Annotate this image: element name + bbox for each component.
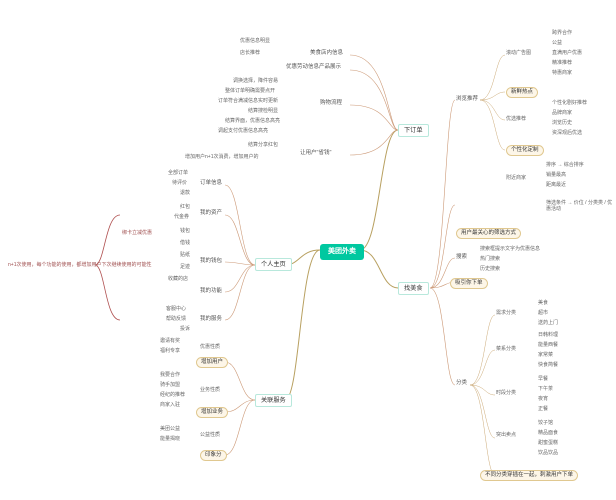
leaf-sub: 业务性质 — [200, 387, 220, 393]
leaf: 销量最高 — [546, 172, 566, 178]
root-node[interactable]: 美团外卖 — [320, 244, 364, 260]
node-browse-rec: 浏览推荐 — [456, 96, 478, 103]
leaf: 排序 → 综合排序 — [546, 162, 584, 168]
leaf: 美食 — [538, 300, 548, 306]
leaf: 我要合作 — [160, 372, 180, 378]
leaf: 精准推荐 — [552, 60, 572, 66]
leaf-personalize: 个性化定制 — [506, 145, 544, 156]
leaf: 超市 — [538, 310, 548, 316]
leaf: 距离最近 — [546, 182, 566, 188]
leaf: 调换选择，降件容易 — [233, 78, 278, 84]
leaf: 优惠信息明显 — [240, 38, 270, 44]
leaf: 足迹 — [180, 264, 190, 270]
leaf-mix-category: 不同分类穿插在一起，刺激用户下单 — [480, 470, 578, 481]
node-shopping-flow: 购物流程 — [320, 100, 342, 107]
leaf-need: 需求分类 — [496, 310, 516, 316]
leaf-time: 时段分类 — [496, 390, 516, 396]
leaf: 结算界面，优惠信息高亮 — [225, 118, 280, 124]
leaf: 全部订单 — [168, 170, 188, 176]
leaf: 美团公益 — [160, 426, 180, 432]
leaf: 跨界合作 — [552, 30, 572, 36]
leaf: 公益 — [552, 40, 562, 46]
leaf: 店长推荐 — [240, 50, 260, 56]
leaf: 个性化剧好推荐 — [552, 100, 587, 106]
leaf: 夜宵 — [538, 396, 548, 402]
leaf-fresh-hot: 新鲜热点 — [506, 87, 538, 98]
node-promo-display: 优惠劳动信息产品展示 — [286, 64, 341, 71]
node-add-biz: 增加业务 — [196, 407, 228, 418]
leaf: 邀请有奖 — [160, 338, 180, 344]
node-category: 分类 — [456, 380, 467, 387]
leaf: 浏览历史 — [552, 120, 572, 126]
leaf: 经纪的推荐 — [160, 392, 185, 398]
branch-profile[interactable]: 个人主页 — [255, 258, 292, 271]
node-assets: 我的资产 — [200, 210, 222, 217]
node-features: 我的功能 — [200, 288, 222, 295]
leaf: 红包 — [180, 204, 190, 210]
leaf: 商家入驻 — [160, 402, 180, 408]
node-order-info: 订单信息 — [200, 180, 222, 187]
node-wallet: 我的钱包 — [200, 258, 222, 265]
branch-find-food[interactable]: 找美食 — [398, 282, 429, 295]
leaf: 正餐 — [538, 406, 548, 412]
leaf: 增加用户n+1次消费，增加用户的 — [185, 154, 258, 160]
node-impression: 印象分 — [200, 450, 227, 461]
node-food-info: 美食店内信息 — [310, 50, 343, 57]
leaf-nearby: 附近商家 — [506, 175, 526, 181]
leaf: 调起支付优惠信息高亮 — [218, 128, 268, 134]
leaf: 直满用户优惠 — [552, 50, 582, 56]
leaf: 贴纸 — [180, 252, 190, 258]
note-nplus1: n+1次使用，每个功能的使用，都增加用户下次继续使用的可能性 — [8, 262, 152, 268]
leaf: 资深观后优选 — [552, 130, 582, 136]
leaf: 家常菜 — [538, 352, 553, 358]
leaf: 帮助反馈 — [166, 316, 186, 322]
leaf: 精品面食 — [538, 430, 558, 436]
leaf: 投诉 — [180, 326, 190, 332]
leaf: 热门搜索 — [480, 256, 500, 262]
node-save-money: 让用户"省钱" — [300, 150, 331, 157]
leaf: 退款 — [180, 190, 190, 196]
leaf: 客服中心 — [166, 306, 186, 312]
leaf: 钱包 — [180, 228, 190, 234]
leaf-card-note: 绑卡立减优惠 — [122, 230, 152, 236]
leaf: 待评价 — [172, 180, 187, 186]
leaf: 早餐 — [538, 376, 548, 382]
leaf: 搜索框提示文字为优惠信息 — [480, 246, 540, 252]
leaf: 收藏的店 — [168, 276, 188, 282]
node-services: 我的服务 — [200, 316, 222, 323]
leaf: 筛选条件 → 价位 / 分类类 / 优惠活动 — [546, 200, 616, 212]
leaf-highlight: 突出卖点 — [496, 432, 516, 438]
leaf: 甜蜜蛋糕 — [538, 440, 558, 446]
leaf-cuisine: 菜系分类 — [496, 346, 516, 352]
leaf: 日韩料理 — [538, 332, 558, 338]
leaf: 骑手加盟 — [160, 382, 180, 388]
leaf: 整体订单明确需要点开 — [225, 88, 275, 94]
leaf: 下午茶 — [538, 386, 553, 392]
leaf: 历史搜索 — [480, 266, 500, 272]
leaf: 能量揭晓 — [160, 436, 180, 442]
leaf: 结算分享红包 — [248, 142, 278, 148]
leaf-premium: 优选推荐 — [506, 116, 526, 122]
node-attract-order: 吸引你下单 — [450, 278, 488, 289]
leaf: 快食简餐 — [538, 362, 558, 368]
leaf-sub: 公益性质 — [200, 432, 220, 438]
branch-order[interactable]: 下订单 — [398, 124, 429, 137]
leaf: 特惠商家 — [552, 70, 572, 76]
node-search: 搜索 — [456, 254, 467, 261]
leaf: 送药上门 — [538, 320, 558, 326]
leaf: 结算搜检明显 — [248, 108, 278, 114]
leaf: 代金券 — [174, 214, 189, 220]
leaf: 福利专享 — [160, 348, 180, 354]
leaf: 饺子馆 — [538, 420, 553, 426]
node-add-user: 增加用户 — [196, 357, 228, 368]
leaf-ad: 滚动广告图 — [506, 50, 531, 56]
leaf: 饮品饮品 — [538, 450, 558, 456]
branch-related[interactable]: 关联服务 — [255, 394, 292, 407]
leaf: 能量西餐 — [538, 342, 558, 348]
leaf: 品牌商家 — [552, 110, 572, 116]
leaf: 借钱 — [180, 240, 190, 246]
leaf-sub: 优惠性质 — [200, 344, 220, 350]
node-filter: 用户最关心的筛选方式 — [456, 228, 521, 239]
leaf: 订单符合满减信息实时更新 — [218, 98, 278, 104]
